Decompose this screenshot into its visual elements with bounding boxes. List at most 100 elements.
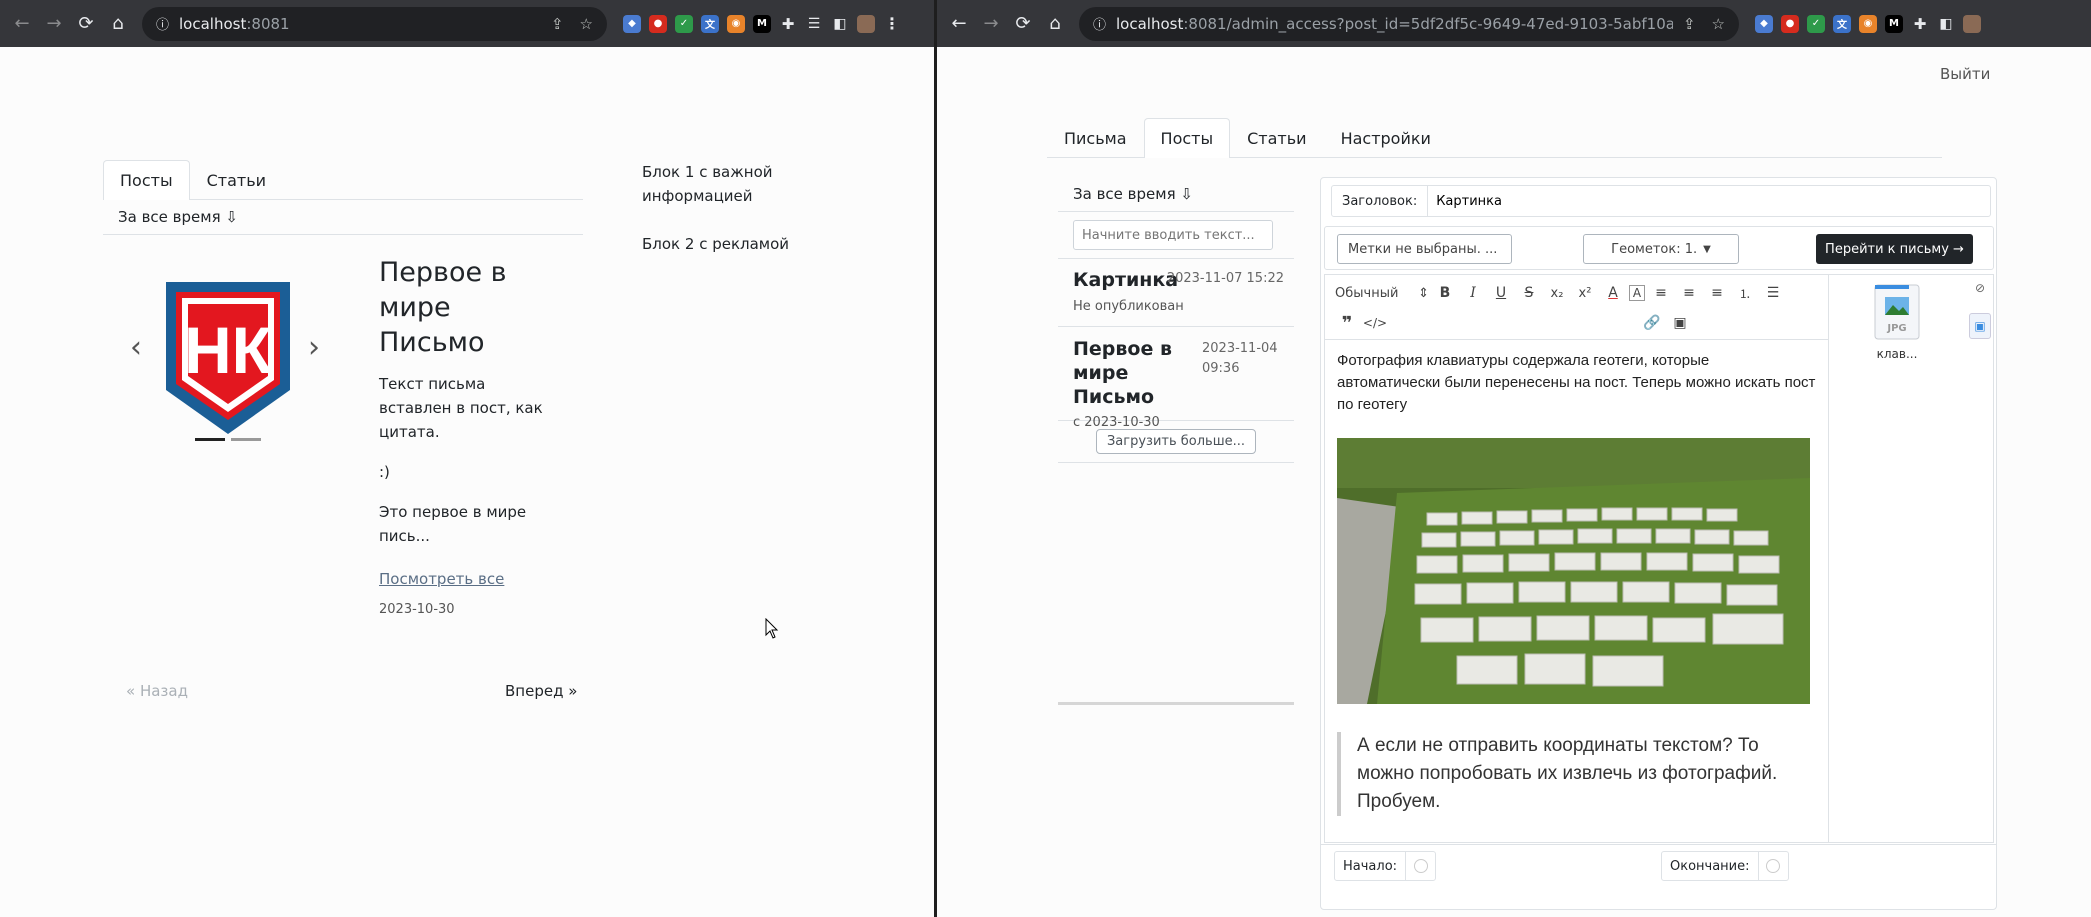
url-host: localhost (179, 14, 247, 33)
view-all-link[interactable]: Посмотреть все (379, 570, 549, 588)
tags-select[interactable]: Метки не выбраны. ... (1337, 234, 1512, 264)
end-date-field: Окончание: (1661, 851, 1789, 881)
reload-icon[interactable]: ⟳ (72, 10, 100, 38)
editor-meta-bar: Метки не выбраны. ... Геометок: 1. ▼ Пере… (1324, 226, 1994, 270)
font-color-icon[interactable]: A (1601, 281, 1625, 305)
logo-text: НК (184, 313, 273, 387)
tab-articles[interactable]: Статьи (1230, 118, 1323, 158)
align-center-icon[interactable]: ≡ (1677, 281, 1701, 305)
caret-down-icon: ▼ (1703, 243, 1711, 255)
profile-avatar[interactable] (857, 14, 875, 33)
extension-icon[interactable]: ◆ (623, 14, 641, 33)
menu-kebab-icon[interactable]: ⋮ (883, 14, 901, 33)
align-left-icon[interactable]: ≡ (1649, 281, 1673, 305)
tab-posts[interactable]: Посты (103, 160, 190, 200)
bullet-list-icon[interactable]: ☰ (1761, 281, 1785, 305)
subscript-icon[interactable]: x₂ (1545, 281, 1569, 305)
side-panel-icon[interactable]: ◧ (1937, 15, 1955, 33)
next-page-link[interactable]: Вперед » (505, 682, 577, 700)
admin-tabs: Письма Посты Статьи Настройки (1047, 118, 1942, 158)
address-bar[interactable]: ⓘ localhost:8081 ⇪ ☆ (142, 6, 607, 41)
extension-icon[interactable]: ◆ (1755, 14, 1773, 33)
post-item-date: 2023-11-04 09:36 (1202, 341, 1278, 376)
home-icon[interactable]: ⌂ (104, 10, 132, 38)
tab-posts[interactable]: Посты (1143, 118, 1231, 158)
carousel-indicator[interactable] (231, 438, 261, 441)
post-list-item[interactable]: Картинка 2023-11-07 15:22 Не опубликован (1058, 259, 1294, 327)
post-date: 2023-10-30 (379, 602, 455, 617)
puzzle-icon[interactable]: ✚ (779, 15, 797, 33)
rss-icon[interactable]: ◉ (1859, 14, 1877, 33)
rss-icon[interactable]: ◉ (727, 14, 745, 33)
posts-search-input[interactable] (1073, 220, 1273, 250)
link-icon[interactable]: 🔗 (1640, 311, 1664, 335)
code-block-icon[interactable]: </> (1363, 311, 1387, 335)
load-more-button[interactable]: Загрузить больше... (1095, 429, 1257, 454)
info-icon[interactable]: ⓘ (1093, 14, 1106, 33)
carousel-indicator-active[interactable] (195, 438, 225, 441)
puzzle-icon[interactable]: ✚ (1911, 15, 1929, 33)
back-icon[interactable]: ← (945, 10, 973, 38)
start-checkbox[interactable] (1405, 851, 1435, 881)
period-filter[interactable]: За все время ⇩ (103, 200, 583, 235)
underline-icon[interactable]: U (1489, 281, 1513, 305)
bold-icon[interactable]: B (1433, 281, 1457, 305)
prev-page-link[interactable]: « Назад (126, 682, 188, 700)
paperclip-icon[interactable]: ⊘ (1975, 281, 1985, 295)
ordered-list-icon[interactable]: ⒈ (1733, 281, 1757, 305)
reading-list-icon[interactable]: ☰ (805, 15, 823, 33)
translate-icon[interactable]: 文 (1833, 14, 1851, 33)
right-browser-window: ← → ⟳ ⌂ ⓘ localhost:8081/admin_access?po… (937, 0, 2091, 917)
tab-articles[interactable]: Статьи (190, 160, 283, 200)
extension-icon[interactable]: ● (1781, 14, 1799, 33)
extension-icon[interactable]: M (753, 14, 771, 33)
editor-content[interactable]: Фотография клавиатуры содержала геотеги,… (1325, 340, 1828, 816)
chevron-left-icon[interactable]: ‹ (130, 330, 142, 365)
address-bar[interactable]: ⓘ localhost:8081/admin_access?post_id=5d… (1079, 6, 1739, 41)
profile-avatar[interactable] (1963, 14, 1981, 33)
superscript-icon[interactable]: x² (1573, 281, 1597, 305)
geotags-label: Геометок: 1. (1611, 241, 1698, 257)
image-upload-icon[interactable]: ▣ (1969, 313, 1991, 339)
bookmark-star-icon[interactable]: ☆ (1712, 15, 1725, 33)
home-icon[interactable]: ⌂ (1041, 10, 1069, 38)
tab-letters[interactable]: Письма (1047, 118, 1144, 158)
extension-icon[interactable]: ✓ (675, 14, 693, 33)
extension-icon[interactable]: ✓ (1807, 14, 1825, 33)
logout-link[interactable]: Выйти (1940, 65, 1990, 83)
title-label: Заголовок: (1332, 186, 1429, 216)
post-paragraph: :) (379, 463, 390, 481)
tab-settings[interactable]: Настройки (1324, 118, 1448, 158)
align-right-icon[interactable]: ≡ (1705, 281, 1729, 305)
post-list-item[interactable]: Первое в мире Письмо 2023-11-04 09:36 с … (1058, 327, 1294, 430)
translate-icon[interactable]: 文 (701, 14, 719, 33)
side-panel-icon[interactable]: ◧ (831, 15, 849, 33)
forward-icon[interactable]: → (977, 10, 1005, 38)
url-path: :8081/admin_access?post_id=5df2df5c-9649… (1183, 14, 1673, 33)
strikethrough-icon[interactable]: S (1517, 281, 1541, 305)
extension-icon[interactable]: ● (649, 14, 667, 33)
italic-icon[interactable]: I (1461, 281, 1485, 305)
blockquote-icon[interactable]: ❞ (1335, 311, 1359, 335)
reload-icon[interactable]: ⟳ (1009, 10, 1037, 38)
posts-list-panel: За все время ⇩ Картинка 2023-11-07 15:22… (1058, 177, 1294, 705)
format-select[interactable]: Обычный ⇕ (1335, 286, 1429, 301)
attachment-item[interactable]: JPG клав... (1867, 283, 1927, 361)
title-input[interactable] (1428, 187, 1990, 215)
share-icon[interactable]: ⇪ (551, 15, 564, 33)
back-icon[interactable]: ← (8, 10, 36, 38)
post-editor-panel: Заголовок: Метки не выбраны. ... Геомето… (1320, 177, 1997, 910)
share-icon[interactable]: ⇪ (1683, 15, 1696, 33)
bookmark-star-icon[interactable]: ☆ (580, 15, 593, 33)
forward-icon[interactable]: → (40, 10, 68, 38)
extension-icon[interactable]: M (1885, 14, 1903, 33)
period-filter[interactable]: За все время ⇩ (1058, 177, 1294, 212)
goto-letter-button[interactable]: Перейти к письму → (1816, 234, 1973, 264)
geotags-dropdown[interactable]: Геометок: 1. ▼ (1583, 234, 1739, 264)
chevron-right-icon[interactable]: › (308, 330, 320, 365)
background-color-icon[interactable]: A (1629, 285, 1645, 301)
video-icon[interactable]: ▣ (1668, 311, 1692, 335)
browser-toolbar: ← → ⟳ ⌂ ⓘ localhost:8081/admin_access?po… (937, 0, 2091, 47)
info-icon[interactable]: ⓘ (156, 14, 169, 33)
end-checkbox[interactable] (1757, 851, 1788, 881)
